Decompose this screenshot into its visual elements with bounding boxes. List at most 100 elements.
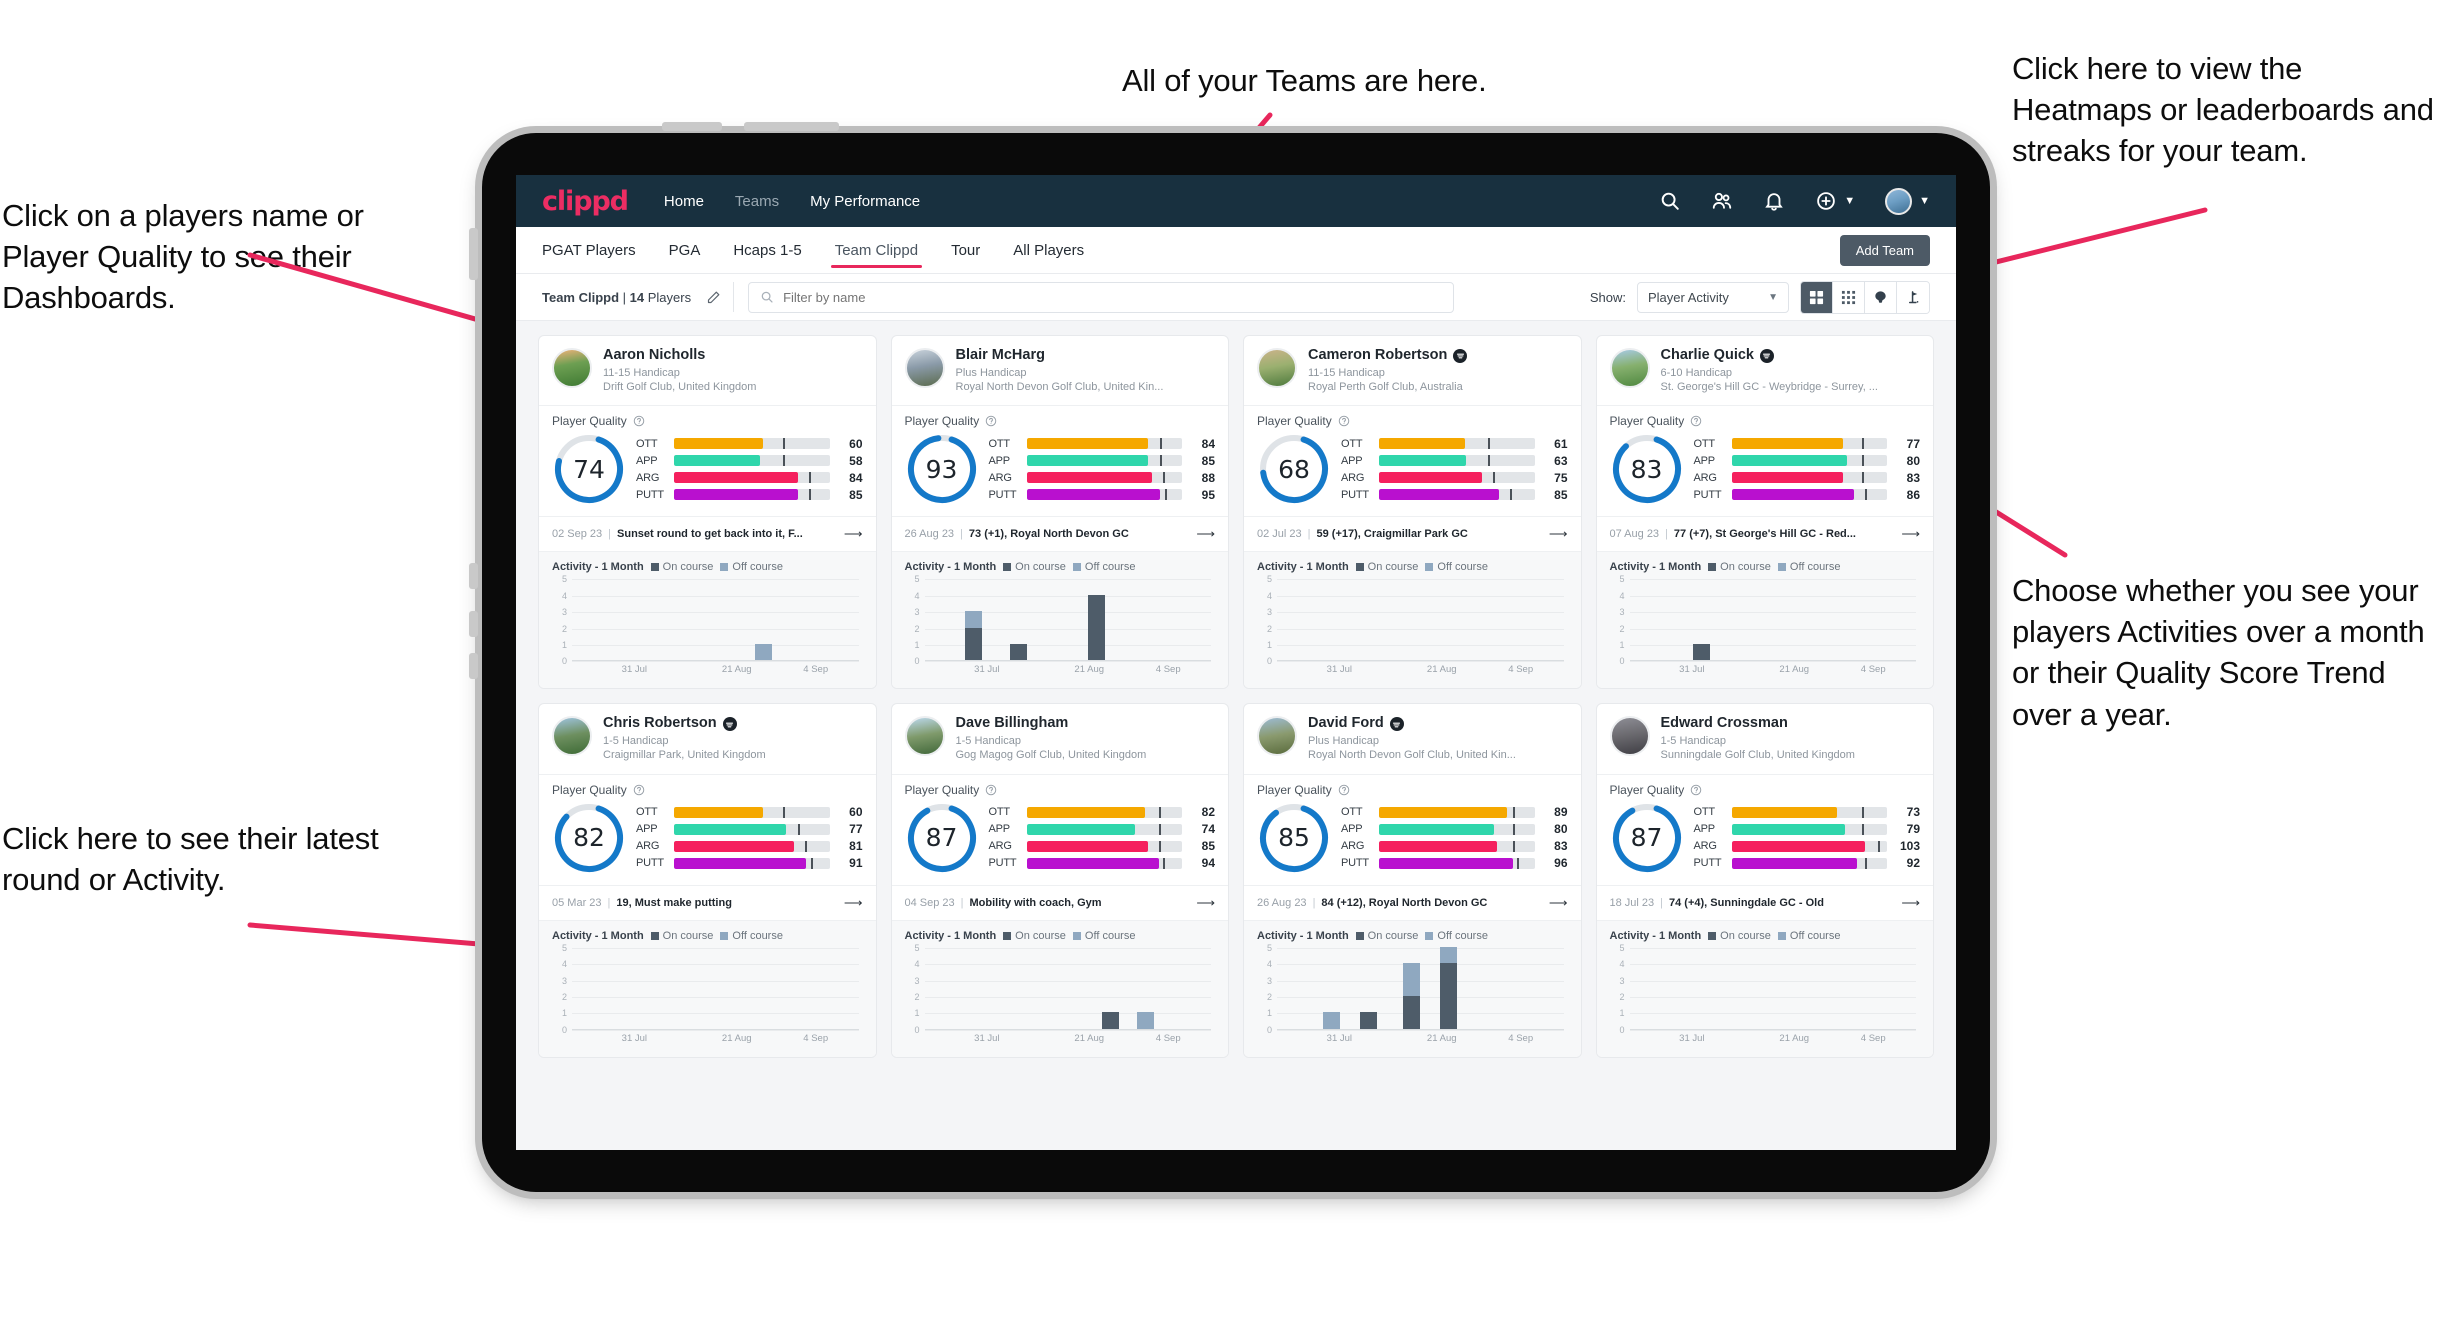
player-club: St. George's Hill GC - Weybridge - Surre… — [1660, 380, 1878, 393]
player-header[interactable]: Chris Robertson 1-5 Handicap Craigmillar… — [539, 704, 876, 773]
metric-label: APP — [1693, 454, 1716, 467]
player-card[interactable]: Charlie Quick 6-10 Handicap St. George's… — [1595, 335, 1934, 690]
arrow-right-icon[interactable]: ⟶ — [1190, 526, 1215, 542]
player-header[interactable]: Charlie Quick 6-10 Handicap St. George's… — [1597, 336, 1934, 405]
search-icon[interactable] — [1659, 190, 1681, 212]
arrow-right-icon[interactable]: ⟶ — [1895, 895, 1920, 911]
latest-activity-row[interactable]: 04 Sep 23 | Mobility with coach, Gym ⟶ — [891, 884, 1228, 920]
search-input[interactable] — [783, 289, 1443, 305]
y-axis-tick: 0 — [1619, 1024, 1625, 1035]
heatmap-view-button[interactable] — [1865, 281, 1897, 313]
latest-activity-row[interactable]: 07 Aug 23 | 77 (+7), St George's Hill GC… — [1596, 516, 1933, 552]
tab-pgat-players[interactable]: PGAT Players — [542, 227, 636, 274]
latest-activity-row[interactable]: 02 Sep 23 | Sunset round to get back int… — [539, 516, 876, 552]
player-name[interactable]: Chris Robertson — [603, 715, 863, 732]
latest-activity-row[interactable]: 18 Jul 23 | 74 (+4), Sunningdale GC - Ol… — [1596, 884, 1933, 920]
player-name[interactable]: Blair McHarg — [956, 347, 1216, 364]
player-header[interactable]: Cameron Robertson 11-15 Handicap Royal P… — [1244, 336, 1581, 405]
nav-link-teams[interactable]: Teams — [735, 193, 779, 210]
player-card[interactable]: Edward Crossman 1-5 Handicap Sunningdale… — [1595, 703, 1934, 1058]
metric-bar — [1379, 823, 1535, 835]
legend-off-course: Off course — [1425, 930, 1488, 942]
help-circle-icon[interactable] — [985, 784, 997, 796]
help-circle-icon[interactable] — [1338, 415, 1350, 427]
flag-view-button[interactable] — [1897, 281, 1929, 313]
latest-activity-row[interactable]: 26 Aug 23 | 84 (+12), Royal North Devon … — [1244, 884, 1581, 920]
player-card[interactable]: Dave Billingham 1-5 Handicap Gog Magog G… — [890, 703, 1229, 1058]
player-quality-section[interactable]: Player Quality 74 OTT 60 APP 58 ARG 84 P… — [539, 405, 876, 516]
latest-activity-row[interactable]: 26 Aug 23 | 73 (+1), Royal North Devon G… — [891, 516, 1228, 552]
help-circle-icon[interactable] — [1338, 784, 1350, 796]
plus-circle-icon[interactable] — [1815, 190, 1837, 212]
quality-score: 85 — [1278, 823, 1310, 853]
tab-team-clippd[interactable]: Team Clippd — [830, 227, 923, 274]
player-header[interactable]: Edward Crossman 1-5 Handicap Sunningdale… — [1597, 704, 1934, 773]
help-circle-icon[interactable] — [1690, 415, 1702, 427]
nav-link-my-performance[interactable]: My Performance — [810, 193, 920, 210]
player-name[interactable]: Charlie Quick — [1661, 347, 1921, 364]
grid-view-button[interactable] — [1801, 281, 1833, 313]
player-name[interactable]: Edward Crossman — [1661, 715, 1921, 732]
player-name[interactable]: Dave Billingham — [956, 715, 1216, 732]
latest-activity-row[interactable]: 02 Jul 23 | 59 (+17), Craigmillar Park G… — [1244, 516, 1581, 552]
legend-swatch-on-course — [1003, 931, 1012, 940]
people-icon[interactable] — [1711, 190, 1733, 212]
player-header[interactable]: Aaron Nicholls 11-15 Handicap Drift Golf… — [539, 336, 876, 405]
activity-chart: 5 4 3 2 1 0 — [554, 943, 863, 1035]
activity-bar — [1692, 644, 1710, 661]
latest-activity-row[interactable]: 05 Mar 23 | 19, Must make putting ⟶ — [539, 884, 876, 920]
player-quality-section[interactable]: Player Quality 93 OTT 84 APP 85 ARG 88 P… — [891, 405, 1228, 516]
player-card[interactable]: Cameron Robertson 11-15 Handicap Royal P… — [1243, 335, 1582, 690]
bell-icon[interactable] — [1763, 190, 1785, 212]
y-axis-tick: 2 — [1619, 623, 1625, 634]
create-menu[interactable]: ▼ — [1815, 190, 1855, 212]
arrow-right-icon[interactable]: ⟶ — [838, 895, 863, 911]
player-quality-section[interactable]: Player Quality 87 OTT 73 APP 79 ARG 103 … — [1596, 773, 1933, 885]
player-header[interactable]: David Ford Plus Handicap Royal North Dev… — [1244, 704, 1581, 773]
help-circle-icon[interactable] — [633, 415, 645, 427]
metric-bar — [1026, 823, 1182, 835]
arrow-right-icon[interactable]: ⟶ — [1190, 895, 1215, 911]
player-name[interactable]: David Ford — [1308, 715, 1568, 732]
tab-all-players[interactable]: All Players — [1013, 227, 1084, 274]
plot-area — [1277, 946, 1564, 1031]
tab-pga[interactable]: PGA — [669, 227, 701, 274]
player-quality-section[interactable]: Player Quality 85 OTT 89 APP 80 ARG 83 P… — [1244, 773, 1581, 885]
add-team-button[interactable]: Add Team — [1839, 234, 1930, 266]
arrow-right-icon[interactable]: ⟶ — [1895, 526, 1920, 542]
player-quality-section[interactable]: Player Quality 68 OTT 61 APP 63 ARG 75 P… — [1244, 405, 1581, 516]
metric-bar-fill — [1731, 472, 1844, 484]
metric-value: 84 — [1201, 436, 1215, 451]
player-card[interactable]: Chris Robertson 1-5 Handicap Craigmillar… — [538, 703, 877, 1058]
player-card[interactable]: David Ford Plus Handicap Royal North Dev… — [1243, 703, 1582, 1058]
legend-swatch-off-course — [1072, 931, 1081, 940]
user-menu[interactable]: ▼ — [1885, 187, 1930, 215]
player-header[interactable]: Dave Billingham 1-5 Handicap Gog Magog G… — [892, 704, 1229, 773]
y-axis: 5 4 3 2 1 0 — [554, 943, 570, 1035]
arrow-right-icon[interactable]: ⟶ — [838, 526, 863, 542]
help-circle-icon[interactable] — [633, 784, 645, 796]
player-name[interactable]: Aaron Nicholls — [603, 347, 863, 364]
tab-hcaps-1-5[interactable]: Hcaps 1-5 — [733, 227, 801, 274]
brand-logo[interactable]: clippd — [542, 186, 629, 217]
arrow-right-icon[interactable]: ⟶ — [1543, 526, 1568, 542]
player-quality-section[interactable]: Player Quality 83 OTT 77 APP 80 ARG 83 P… — [1596, 405, 1933, 516]
player-quality-section[interactable]: Player Quality 82 OTT 60 APP 77 ARG 81 P… — [539, 773, 876, 885]
player-handicap: 11-15 Handicap — [1308, 366, 1385, 379]
legend-swatch-off-course — [1072, 563, 1081, 572]
metric-value: 77 — [849, 822, 863, 837]
edit-team-button[interactable] — [704, 282, 735, 312]
help-circle-icon[interactable] — [985, 415, 997, 427]
arrow-right-icon[interactable]: ⟶ — [1543, 895, 1568, 911]
search-container[interactable] — [748, 281, 1455, 313]
player-card[interactable]: Blair McHarg Plus Handicap Royal North D… — [890, 335, 1229, 690]
nav-link-home[interactable]: Home — [664, 193, 704, 210]
player-card[interactable]: Aaron Nicholls 11-15 Handicap Drift Golf… — [538, 335, 877, 690]
player-quality-section[interactable]: Player Quality 87 OTT 82 APP 74 ARG 85 P… — [891, 773, 1228, 885]
tab-tour[interactable]: Tour — [951, 227, 980, 274]
show-select[interactable]: Player Activity ▼ — [1637, 281, 1789, 313]
player-header[interactable]: Blair McHarg Plus Handicap Royal North D… — [892, 336, 1229, 405]
compact-view-button[interactable] — [1833, 281, 1865, 313]
help-circle-icon[interactable] — [1690, 784, 1702, 796]
player-name[interactable]: Cameron Robertson — [1308, 347, 1568, 364]
